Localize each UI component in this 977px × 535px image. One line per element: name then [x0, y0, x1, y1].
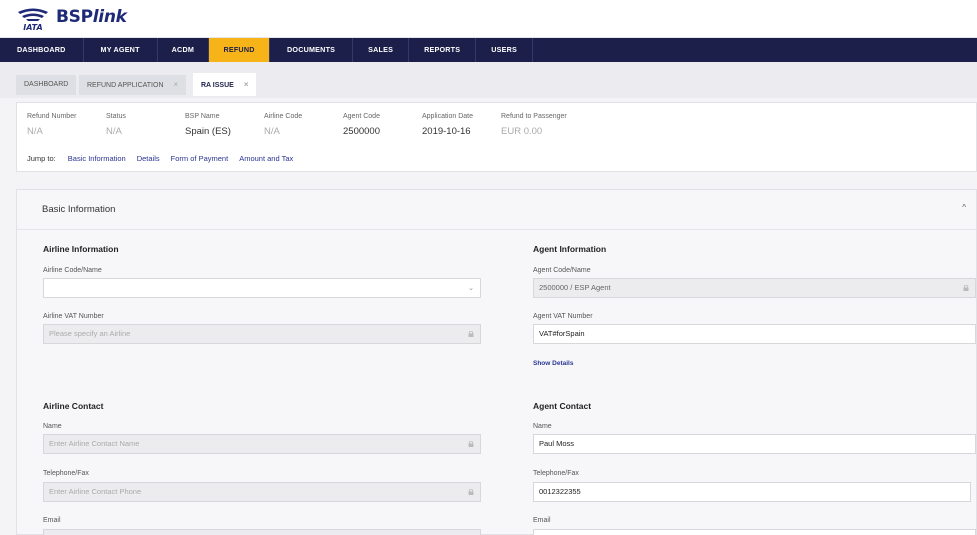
tab-label: RA ISSUE [201, 82, 234, 89]
iata-logo-icon: IATA [16, 6, 50, 32]
nav-refund[interactable]: REFUND [209, 38, 271, 62]
agent-contact-email-input[interactable] [533, 529, 976, 535]
agent-contact-title: Agent Contact [533, 401, 592, 411]
airline-contact-name-label: Name [43, 423, 62, 430]
summary-label: BSP Name [185, 113, 220, 120]
jump-link-amount-and-tax[interactable]: Amount and Tax [239, 154, 293, 163]
airline-contact-name-input[interactable]: Enter Airline Contact Name [43, 434, 481, 454]
agent-contact-phone-value: 0012322355 [539, 487, 581, 496]
chevron-up-icon[interactable]: ^ [962, 203, 966, 212]
lock-icon [468, 489, 474, 495]
tab-dashboard[interactable]: DASHBOARD [16, 75, 77, 95]
nav-dashboard[interactable]: DASHBOARD [0, 38, 84, 62]
tab-refund-application[interactable]: REFUND APPLICATION × [79, 75, 187, 95]
airline-contact-phone-input[interactable]: Enter Airline Contact Phone [43, 482, 481, 502]
main-nav: DASHBOARD MY AGENT ACDM REFUND DOCUMENTS… [0, 38, 977, 62]
summary-label: Agent Code [343, 113, 380, 120]
panel-header[interactable]: Basic Information ^ [17, 190, 976, 230]
close-icon[interactable]: × [244, 80, 249, 89]
panel-title: Basic Information [42, 204, 116, 215]
agent-code-value: 2500000 / ESP Agent [539, 283, 611, 292]
agent-contact-email-label: Email [533, 517, 551, 524]
summary-label: Refund to Passenger [501, 113, 567, 120]
agent-vat-value: VAT#forSpain [539, 329, 585, 338]
agent-contact-name-value: Paul Moss [539, 439, 575, 448]
summary-value: N/A [27, 126, 43, 137]
agent-contact-phone-input[interactable]: 0012322355 [533, 482, 971, 502]
summary-label: Refund Number [27, 113, 77, 120]
top-bar: IATA BSPlink [0, 0, 977, 38]
chevron-down-icon: ⌄ [468, 285, 474, 292]
airline-contact-email-label: Email [43, 517, 61, 524]
airline-vat-input[interactable]: Please specify an Airline [43, 324, 481, 344]
agent-vat-input[interactable]: VAT#forSpain [533, 324, 976, 344]
summary-agent-code: Agent Code 2500000 [343, 113, 380, 137]
summary-application-date: Application Date 2019-10-16 [422, 113, 473, 137]
agent-code-input[interactable]: 2500000 / ESP Agent [533, 278, 976, 298]
summary-value: N/A [264, 126, 280, 137]
summary-value: N/A [106, 126, 122, 137]
summary-refund-to-passenger: Refund to Passenger EUR 0.00 [501, 113, 567, 137]
show-details-link[interactable]: Show Details [533, 360, 573, 367]
summary-label: Application Date [422, 113, 473, 120]
agent-vat-label: Agent VAT Number [533, 313, 593, 320]
summary-value: 2500000 [343, 126, 380, 137]
agent-code-label: Agent Code/Name [533, 267, 591, 274]
basic-information-panel: Basic Information ^ Airline Information … [16, 189, 977, 535]
nav-acdm[interactable]: ACDM [158, 38, 210, 62]
lock-icon [468, 331, 474, 337]
airline-contact-phone-placeholder: Enter Airline Contact Phone [49, 487, 142, 496]
summary-value: EUR 0.00 [501, 126, 543, 137]
tab-label: DASHBOARD [24, 81, 69, 88]
summary-value: Spain (ES) [185, 126, 231, 137]
jump-link-details[interactable]: Details [137, 154, 160, 163]
airline-code-select[interactable]: ⌄ [43, 278, 481, 298]
airline-contact-name-placeholder: Enter Airline Contact Name [49, 439, 140, 448]
nav-my-agent[interactable]: MY AGENT [84, 38, 158, 62]
nav-reports[interactable]: REPORTS [409, 38, 477, 62]
lock-icon [963, 285, 969, 291]
iata-mark-text: IATA [23, 23, 42, 32]
agent-information-title: Agent Information [533, 244, 607, 254]
airline-code-label: Airline Code/Name [43, 267, 102, 274]
jump-link-basic-information[interactable]: Basic Information [68, 154, 126, 163]
nav-users[interactable]: USERS [476, 38, 534, 62]
summary-status: Status N/A [106, 113, 126, 137]
nav-sales[interactable]: SALES [353, 38, 410, 62]
lock-icon [468, 441, 474, 447]
agent-contact-name-label: Name [533, 423, 552, 430]
close-icon[interactable]: × [174, 80, 179, 89]
jump-to-label: Jump to: [27, 154, 56, 163]
jump-link-form-of-payment[interactable]: Form of Payment [171, 154, 229, 163]
nav-documents[interactable]: DOCUMENTS [270, 38, 354, 62]
summary-value: 2019-10-16 [422, 126, 471, 137]
tab-label: REFUND APPLICATION [87, 82, 164, 89]
summary-label: Airline Code [264, 113, 303, 120]
airline-information-title: Airline Information [43, 244, 119, 254]
summary-airline-code: Airline Code N/A [264, 113, 302, 137]
agent-contact-phone-label: Telephone/Fax [533, 470, 579, 477]
airline-vat-label: Airline VAT Number [43, 313, 104, 320]
jump-to-bar: Jump to: Basic Information Details Form … [27, 154, 293, 163]
bsplink-logo[interactable]: IATA BSPlink [16, 6, 127, 32]
airline-vat-placeholder: Please specify an Airline [49, 329, 131, 338]
summary-refund-number: Refund Number N/A [27, 113, 76, 137]
tab-ra-issue[interactable]: RA ISSUE × [193, 73, 257, 96]
summary-bsp-name: BSP Name Spain (ES) [185, 113, 231, 137]
airline-contact-title: Airline Contact [43, 401, 104, 411]
refund-summary: Refund Number N/A Status N/A BSP Name Sp… [16, 102, 977, 172]
agent-contact-name-input[interactable]: Paul Moss [533, 434, 976, 454]
airline-contact-phone-label: Telephone/Fax [43, 470, 89, 477]
airline-contact-email-input[interactable] [43, 529, 481, 535]
summary-label: Status [106, 113, 126, 120]
brand-name: BSPlink [56, 7, 127, 27]
